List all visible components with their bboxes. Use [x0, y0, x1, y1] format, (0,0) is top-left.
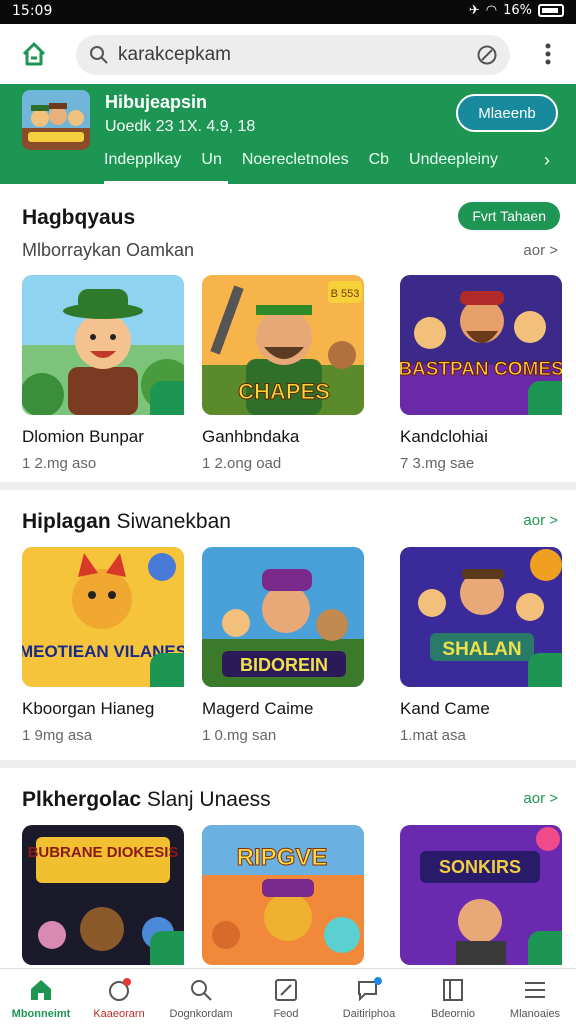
see-more-link[interactable]: aor >	[523, 242, 558, 259]
nav-item-gift[interactable]: Kaaeorarn	[78, 969, 160, 1024]
banner-action-button[interactable]: Mlaeenb	[456, 94, 558, 132]
nav-item-home[interactable]: Mbonneimt	[0, 969, 82, 1024]
search-bar[interactable]	[76, 35, 510, 75]
nav-item-search[interactable]: Dognkordam	[160, 969, 242, 1024]
art-title: BUBRANE DIOKESIS	[28, 844, 179, 861]
app-meta: 1 2.mg aso	[22, 455, 97, 472]
category-tabs: Indepplkay Un Noerecletnoles Cb Undeeple…	[104, 150, 550, 184]
battery-icon	[538, 4, 564, 17]
top-app-bar	[0, 24, 576, 84]
app-art: B 553 CHAPES	[202, 275, 364, 415]
app-meta: 1 9mg asa	[22, 727, 93, 744]
app-name: Ganhbndaka	[202, 427, 300, 446]
search-icon	[90, 46, 108, 64]
nav-item-menu[interactable]: Mlanoaies	[494, 969, 576, 1024]
tab-2[interactable]: Noerecletnoles	[242, 150, 349, 184]
tab-4[interactable]: Undeepleiny	[409, 150, 498, 184]
battery-text: 16%	[503, 3, 532, 18]
featured-banner: Hibujeapsin Uoedk 23 1X. 4.9, 18 Mlaeenb…	[0, 84, 576, 184]
nav-item-library[interactable]: Bdeornio	[412, 969, 494, 1024]
section-title-main: Plkhergolac	[22, 788, 142, 811]
store-home-icon[interactable]	[20, 40, 48, 68]
app-meta: 1 2.ong oad	[202, 455, 282, 472]
nav-label: Mbonneimt	[11, 1008, 71, 1020]
status-bar: 15:09 ✈ ◠ 16%	[0, 0, 576, 24]
section-title: Hiplagan Siwanekban	[22, 510, 231, 534]
install-icon[interactable]	[150, 381, 184, 415]
tab-1[interactable]: Un	[201, 150, 221, 184]
app-art: RIPGVE	[202, 825, 364, 965]
featured-app-thumbnail[interactable]	[22, 90, 90, 150]
edit-icon	[275, 979, 297, 1001]
app-name: Kand Came	[400, 699, 490, 718]
section-3: Plkhergolac Slanj Unaess aor > BUBRANE D…	[0, 768, 576, 968]
art-title: SONKIRS	[439, 857, 521, 877]
app-art: BIDOREIN	[202, 547, 364, 687]
nav-item-chat[interactable]: Daitiriphoa	[328, 969, 410, 1024]
section-title: Hagbqyaus	[22, 206, 136, 229]
tab-3[interactable]: Cb	[369, 150, 389, 184]
section-pill-button[interactable]: Fvrt Tahaen	[458, 202, 560, 230]
art-tag: B 553	[331, 288, 360, 300]
banner-subtitle: Uoedk 23 1X. 4.9, 18	[105, 118, 256, 135]
search-input[interactable]	[118, 41, 458, 69]
art-title: RIPGVE	[237, 844, 328, 871]
nav-label: Kaaeorarn	[93, 1008, 145, 1020]
section-divider	[0, 482, 576, 490]
tab-0[interactable]: Indepplkay	[104, 150, 229, 184]
install-icon[interactable]	[528, 381, 562, 415]
app-meta: 1 0.mg san	[202, 727, 277, 744]
search-icon	[191, 980, 212, 1001]
art-title: SHALAN	[442, 639, 521, 660]
nav-label: Feod	[273, 1008, 299, 1020]
section-title: Plkhergolac Slanj Unaess	[22, 788, 271, 812]
nav-label: Bdeornio	[430, 1008, 476, 1020]
overflow-menu-icon[interactable]	[544, 42, 552, 66]
notification-icon: ✈	[468, 3, 480, 18]
chat-icon	[358, 977, 382, 1002]
nav-label: Mlanoaies	[509, 1008, 561, 1020]
section-1: Hagbqyaus Fvrt Tahaen Mlborraykan Oamkan…	[0, 184, 576, 482]
section-subtitle: Mlborraykan Oamkan	[22, 240, 195, 260]
home-icon	[31, 980, 51, 1000]
section-2: Hiplagan Siwanekban aor > MEOTIEAN VILAN…	[0, 490, 576, 760]
install-icon[interactable]	[528, 931, 562, 965]
gift-icon	[109, 978, 131, 1001]
app-meta: 7 3.mg sae	[400, 455, 475, 472]
see-more-link[interactable]: aor >	[523, 790, 558, 807]
section-title-main: Hiplagan	[22, 510, 111, 533]
see-more-link[interactable]: aor >	[523, 512, 558, 529]
nav-label: Dognkordam	[169, 1008, 233, 1020]
art-title: CHAPES	[238, 379, 330, 404]
install-icon[interactable]	[150, 653, 184, 687]
chevron-right-icon[interactable]: ›	[544, 150, 550, 171]
status-time: 15:09	[12, 3, 53, 19]
art-title: BASTPAN COMES	[400, 359, 562, 380]
banner-title: Hibujeapsin	[105, 92, 208, 112]
clear-search-icon[interactable]	[476, 44, 498, 66]
install-icon[interactable]	[150, 931, 184, 965]
install-icon[interactable]	[528, 653, 562, 687]
book-icon	[443, 979, 463, 1001]
app-meta: 1.mat asa	[400, 727, 466, 744]
art-title: BIDOREIN	[240, 655, 328, 675]
wifi-icon: ◠	[485, 3, 498, 18]
section-title-rest: Siwanekban	[116, 510, 231, 533]
status-icons: ✈ ◠ 16%	[469, 3, 564, 18]
nav-item-feed[interactable]: Feod	[245, 969, 327, 1024]
bottom-navigation: Mbonneimt Kaaeorarn Dognkordam Feod Dait…	[0, 968, 576, 1024]
app-name: Magerd Caime	[202, 699, 314, 718]
app-name: Dlomion Bunpar	[22, 427, 144, 446]
app-name: Kandclohiai	[400, 427, 488, 446]
nav-label: Daitiriphoa	[342, 1008, 396, 1020]
app-name: Kboorgan Hianeg	[22, 699, 155, 718]
section-title-rest: Slanj Unaess	[146, 788, 271, 811]
section-divider	[0, 760, 576, 768]
menu-icon	[525, 982, 545, 998]
